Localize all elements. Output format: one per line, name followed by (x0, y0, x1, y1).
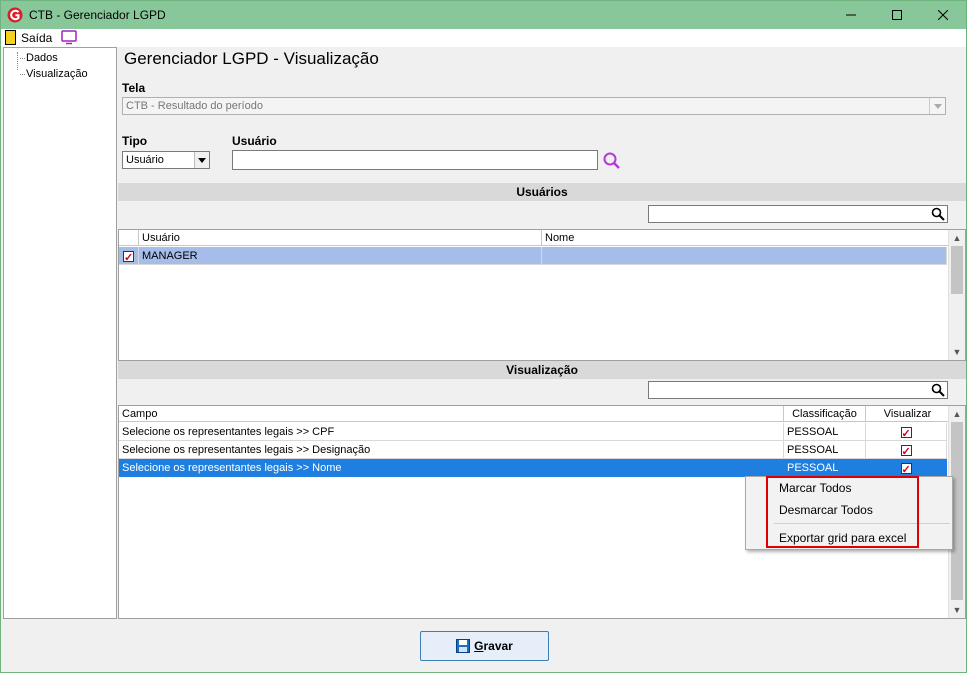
search-icon[interactable] (931, 383, 945, 397)
column-header-classificacao[interactable]: Classificação (784, 406, 866, 422)
navigation-tree: Dados Visualização (3, 47, 117, 619)
cell-usuario: MANAGER (139, 247, 542, 265)
tree-connector (17, 52, 18, 70)
search-icon[interactable] (931, 207, 945, 221)
users-grid-scrollbar[interactable]: ▲ ▼ (948, 230, 965, 360)
cell-campo: Selecione os representantes legais >> De… (119, 441, 784, 459)
visualizar-checkbox[interactable] (866, 423, 947, 441)
save-button[interactable]: Gravar (420, 631, 549, 661)
app-window: CTB - Gerenciador LGPD Saída Dados Visua… (0, 0, 967, 673)
scroll-up-icon[interactable]: ▲ (949, 230, 965, 246)
tipo-value: Usuário (126, 154, 164, 166)
menu-separator (774, 523, 950, 524)
tipo-combobox[interactable]: Usuário (122, 151, 210, 169)
scroll-up-icon[interactable]: ▲ (949, 406, 965, 422)
minimize-button[interactable] (828, 1, 874, 29)
exit-door-icon[interactable] (5, 30, 16, 45)
close-icon (938, 10, 948, 20)
column-header-campo[interactable]: Campo (119, 406, 784, 422)
close-button[interactable] (920, 1, 966, 29)
menu-item-desmarcar-todos[interactable]: Desmarcar Todos (779, 503, 873, 517)
table-row[interactable]: MANAGER (119, 247, 947, 265)
usuario-label: Usuário (232, 134, 277, 148)
context-menu: Marcar Todos Desmarcar Todos Exportar gr… (745, 476, 953, 550)
dropdown-arrow-icon[interactable] (194, 152, 209, 168)
visualization-section-header: Visualização (118, 361, 966, 379)
menu-bar: Saída (1, 29, 966, 47)
visualization-grid-header: Campo Classificação Visualizar (119, 406, 949, 422)
menu-item-marcar-todos[interactable]: Marcar Todos (779, 481, 851, 495)
tree-item-dados[interactable]: Dados (20, 52, 58, 64)
tree-item-visualizacao[interactable]: Visualização (20, 68, 88, 80)
table-row[interactable]: Selecione os representantes legais >> CP… (119, 423, 947, 441)
visualizar-checkbox[interactable] (866, 441, 947, 459)
maximize-icon (892, 10, 902, 20)
save-disk-icon (456, 639, 471, 653)
row-checkbox[interactable] (119, 247, 139, 265)
monitor-icon[interactable] (61, 30, 77, 45)
visualizar-checkbox[interactable] (866, 459, 947, 477)
page-title: Gerenciador LGPD - Visualização (124, 49, 379, 68)
users-grid-header: Usuário Nome (119, 230, 949, 246)
save-button-label: ravar (483, 639, 513, 653)
cell-classificacao: PESSOAL (784, 459, 866, 477)
table-row[interactable]: Selecione os representantes legais >> De… (119, 441, 947, 459)
scroll-down-icon[interactable]: ▼ (949, 344, 965, 360)
usuario-input[interactable] (232, 150, 598, 170)
tela-value: CTB - Resultado do período (126, 100, 263, 112)
save-button-mnemonic: G (474, 639, 484, 653)
title-bar: CTB - Gerenciador LGPD (1, 1, 966, 29)
window-title: CTB - Gerenciador LGPD (29, 8, 166, 22)
cell-campo: Selecione os representantes legais >> No… (119, 459, 784, 477)
app-logo-icon (7, 7, 23, 23)
users-filter-input[interactable] (648, 205, 948, 223)
cell-classificacao: PESSOAL (784, 423, 866, 441)
scroll-down-icon[interactable]: ▼ (949, 602, 965, 618)
column-header-usuario[interactable]: Usuário (139, 230, 542, 246)
users-section-header: Usuários (118, 183, 966, 201)
dropdown-arrow-icon (929, 98, 945, 114)
users-grid[interactable]: Usuário Nome MANAGER ▲ ▼ (118, 229, 966, 361)
maximize-button[interactable] (874, 1, 920, 29)
cell-campo: Selecione os representantes legais >> CP… (119, 423, 784, 441)
menu-item-exportar-excel[interactable]: Exportar grid para excel (779, 531, 906, 545)
column-header-nome[interactable]: Nome (542, 230, 949, 246)
column-header-check (119, 230, 139, 246)
cell-classificacao: PESSOAL (784, 441, 866, 459)
search-icon[interactable] (602, 151, 622, 171)
scroll-thumb[interactable] (951, 246, 963, 294)
minimize-icon (846, 14, 856, 16)
column-header-visualizar[interactable]: Visualizar (866, 406, 949, 422)
tela-label: Tela (122, 81, 146, 95)
table-row-selected[interactable]: Selecione os representantes legais >> No… (119, 459, 947, 477)
tipo-label: Tipo (122, 134, 148, 148)
visualization-filter-input[interactable] (648, 381, 948, 399)
tela-combobox: CTB - Resultado do período (122, 97, 946, 115)
cell-nome (542, 247, 947, 265)
exit-menu-item[interactable]: Saída (21, 31, 52, 45)
